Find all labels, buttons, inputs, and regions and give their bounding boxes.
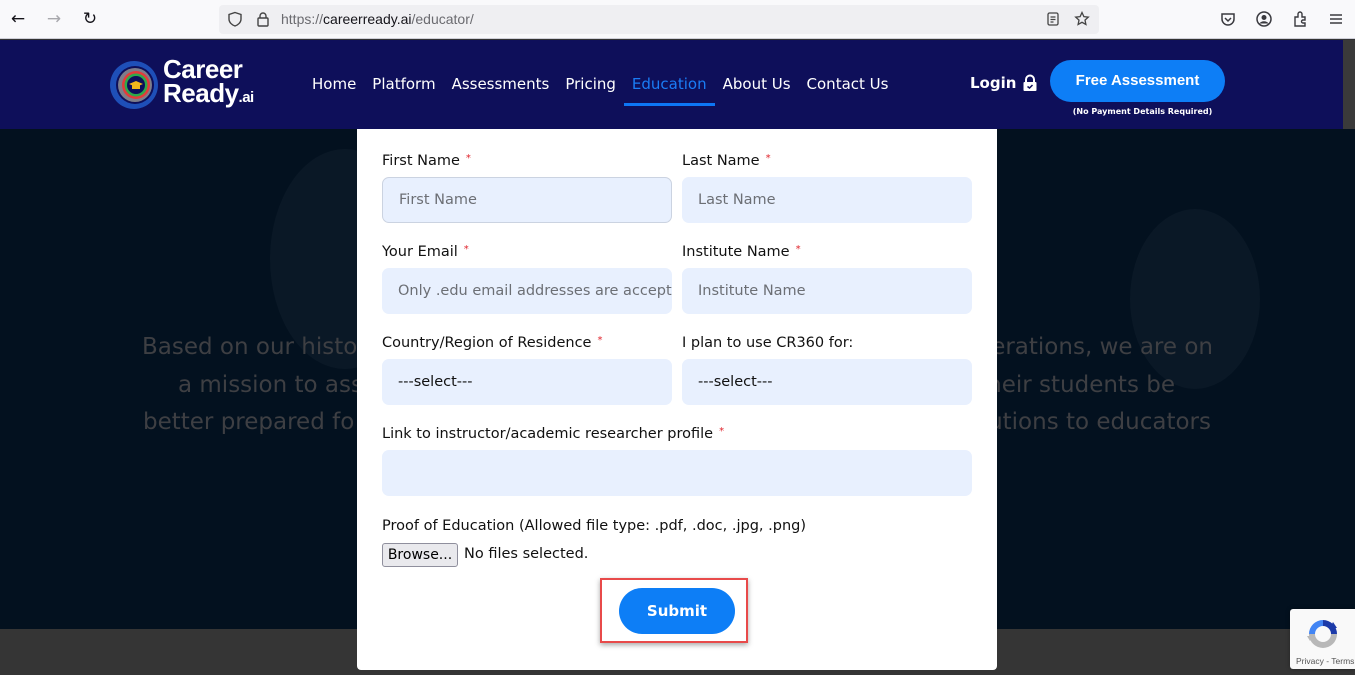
hero-text-line2-left: a mission to ass bbox=[178, 371, 363, 398]
recaptcha-privacy-terms-link[interactable]: Privacy - Terms bbox=[1296, 656, 1354, 666]
first-name-label: First Name * bbox=[382, 153, 471, 169]
login-label: Login bbox=[970, 74, 1017, 92]
main-nav: Home Platform Assessments Pricing Educat… bbox=[312, 75, 904, 106]
country-select[interactable]: ---select--- bbox=[382, 359, 672, 405]
bookmark-star-icon[interactable] bbox=[1074, 11, 1090, 27]
careerready-logo[interactable]: Career Ready.ai bbox=[108, 56, 268, 113]
url-domain: careerready.ai bbox=[323, 11, 412, 27]
url-path: /educator/ bbox=[411, 11, 474, 27]
browse-file-button[interactable]: Browse... bbox=[382, 543, 458, 567]
logo-mark-icon bbox=[110, 61, 158, 109]
required-asterisk: * bbox=[463, 244, 469, 255]
forward-arrow-icon[interactable]: → bbox=[43, 8, 65, 30]
recaptcha-logo-icon bbox=[1307, 620, 1337, 648]
free-assessment-button[interactable]: Free Assessment bbox=[1050, 60, 1225, 102]
extensions-icon[interactable] bbox=[1290, 9, 1310, 29]
page-scrollbar[interactable] bbox=[1343, 40, 1355, 129]
padlock-check-icon bbox=[1023, 74, 1037, 91]
institute-name-label: Institute Name * bbox=[682, 244, 801, 260]
submit-button[interactable]: Submit bbox=[619, 588, 735, 634]
country-label: Country/Region of Residence * bbox=[382, 335, 603, 351]
logo-suffix: .ai bbox=[238, 89, 255, 106]
reload-icon[interactable]: ↻ bbox=[79, 8, 101, 30]
back-arrow-icon[interactable]: ← bbox=[7, 8, 29, 30]
plan-usage-label: I plan to use CR360 for: bbox=[682, 335, 854, 351]
email-input[interactable] bbox=[382, 268, 672, 314]
educator-form: First Name* Last Name* Your Email* Insti… bbox=[357, 129, 997, 670]
logo-line-ready: Ready bbox=[163, 78, 239, 108]
menu-hamburger-icon[interactable] bbox=[1326, 9, 1346, 29]
required-asterisk: * bbox=[719, 426, 725, 437]
url-text[interactable]: https://careerready.ai/educator/ bbox=[281, 11, 474, 27]
reader-view-icon[interactable] bbox=[1045, 11, 1061, 27]
last-name-input[interactable] bbox=[682, 177, 972, 223]
email-label: Your Email * bbox=[382, 244, 469, 260]
pocket-icon[interactable] bbox=[1218, 9, 1238, 29]
nav-contact-us[interactable]: Contact Us bbox=[807, 75, 889, 93]
login-link[interactable]: Login bbox=[970, 74, 1038, 92]
required-asterisk: * bbox=[597, 335, 603, 346]
account-icon[interactable] bbox=[1254, 9, 1274, 29]
required-asterisk: * bbox=[465, 153, 471, 164]
nav-about-us[interactable]: About Us bbox=[723, 75, 791, 93]
first-name-input[interactable] bbox=[382, 177, 672, 223]
profile-link-label: Link to instructor/academic researcher p… bbox=[382, 426, 725, 442]
plan-usage-select[interactable]: ---select--- bbox=[682, 359, 972, 405]
nav-home[interactable]: Home bbox=[312, 75, 356, 93]
institute-name-input[interactable] bbox=[682, 268, 972, 314]
site-header: Career Ready.ai Home Platform Assessment… bbox=[0, 40, 1343, 129]
last-name-label: Last Name * bbox=[682, 153, 771, 169]
nav-pricing[interactable]: Pricing bbox=[565, 75, 616, 93]
free-assessment-note: (No Payment Details Required) bbox=[1072, 107, 1213, 116]
hero-text-line1-right: erations, we are on bbox=[991, 334, 1213, 360]
url-scheme: https:// bbox=[281, 11, 324, 27]
shield-icon[interactable] bbox=[227, 11, 243, 27]
proof-of-education-label: Proof of Education (Allowed file type: .… bbox=[382, 518, 806, 534]
hero-text-line1-left: Based on our histo bbox=[142, 334, 358, 360]
hero-text-line3-left: better prepared fo bbox=[143, 409, 355, 435]
nav-platform[interactable]: Platform bbox=[372, 75, 435, 93]
hero-text-line2-right: heir students be bbox=[987, 371, 1175, 398]
nav-assessments[interactable]: Assessments bbox=[452, 75, 550, 93]
required-asterisk: * bbox=[765, 153, 771, 164]
hero-text-line3-right: utions to educators bbox=[988, 409, 1211, 435]
nav-education[interactable]: Education bbox=[623, 75, 715, 106]
browser-toolbar: ← → ↻ https://careerready.ai/educator/ bbox=[0, 0, 1355, 39]
lock-icon[interactable] bbox=[255, 11, 271, 27]
recaptcha-badge[interactable]: Privacy - Terms bbox=[1290, 609, 1355, 669]
profile-link-input[interactable] bbox=[382, 450, 972, 496]
logo-text: Career Ready.ai bbox=[163, 56, 255, 110]
required-asterisk: * bbox=[795, 244, 801, 255]
address-bar[interactable]: https://careerready.ai/educator/ bbox=[219, 5, 1099, 34]
file-status: No files selected. bbox=[464, 546, 589, 562]
